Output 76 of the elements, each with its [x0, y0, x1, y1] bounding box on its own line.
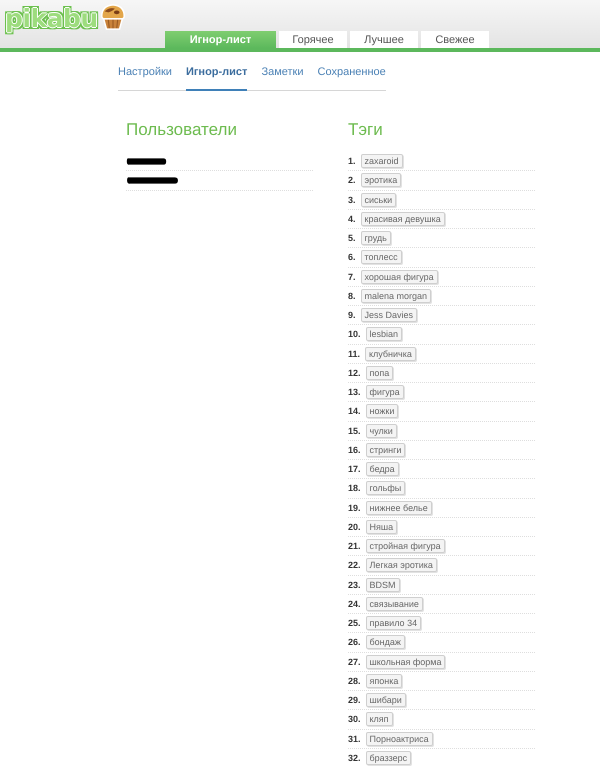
- tag-chip[interactable]: стринги: [366, 442, 406, 457]
- tag-number: 11.: [348, 348, 360, 359]
- tag-chip[interactable]: Порноактриса: [366, 732, 433, 746]
- redaction-mark: [126, 176, 179, 185]
- tag-chip[interactable]: браззерс: [366, 750, 412, 765]
- tag-number: 12.: [348, 368, 361, 378]
- tag-number: 30.: [348, 714, 361, 724]
- tag-chip[interactable]: гольфы: [366, 481, 406, 496]
- nav-tab[interactable]: Горячее: [279, 31, 347, 48]
- tag-number: 25.: [348, 618, 361, 628]
- tag-chip[interactable]: чулки: [366, 424, 397, 438]
- tag-number: 5.: [348, 233, 356, 244]
- tag-number: 31.: [348, 734, 361, 744]
- tag-chip[interactable]: ножки: [366, 404, 398, 418]
- tag-chip[interactable]: японка: [366, 674, 402, 688]
- tag-number: 18.: [348, 483, 361, 494]
- tag-chip[interactable]: бедра: [366, 462, 399, 476]
- nav-tab[interactable]: Лучшее: [350, 31, 418, 48]
- tag-chip[interactable]: Няша: [366, 520, 398, 534]
- tag-chip[interactable]: malena morgan: [360, 288, 432, 303]
- tag-number: 3.: [348, 194, 356, 205]
- tag-number: 13.: [348, 387, 361, 398]
- tag-chip[interactable]: бондаж: [366, 635, 405, 650]
- tag-number: 19.: [348, 502, 361, 513]
- tag-chip[interactable]: попа: [366, 366, 394, 380]
- tag-number: 9.: [348, 310, 356, 320]
- tag-number: 20.: [348, 522, 361, 532]
- users-heading: Пользователи: [126, 120, 238, 140]
- tag-number: 21.: [348, 541, 361, 552]
- tag-number: 22.: [348, 560, 361, 570]
- tag-number: 7.: [348, 272, 356, 282]
- tag-number: 15.: [348, 426, 361, 436]
- tags-heading: Тэги: [348, 120, 384, 140]
- muffin-icon: [98, 3, 127, 31]
- tag-chip[interactable]: lesbian: [366, 327, 402, 342]
- tag-number: 16.: [348, 444, 361, 455]
- tag-number: 6.: [348, 252, 356, 262]
- tag-chip[interactable]: Jess Davies: [360, 308, 418, 322]
- tag-chip[interactable]: Легкая эротика: [366, 558, 437, 572]
- tag-number: 32.: [348, 752, 361, 763]
- tag-number: 4.: [348, 214, 356, 224]
- tag-chip[interactable]: zaxaroid: [360, 154, 403, 168]
- nav-tab[interactable]: Свежее: [421, 31, 489, 48]
- tag-chip[interactable]: шибари: [366, 693, 406, 708]
- settings-tab[interactable]: Игнор-лист: [186, 65, 248, 91]
- settings-tab[interactable]: Сохраненное: [318, 65, 386, 91]
- tag-chip[interactable]: клубничка: [365, 346, 416, 361]
- tag-number: 2.: [348, 175, 356, 186]
- tag-chip[interactable]: топлесс: [360, 250, 402, 264]
- settings-tab[interactable]: Настройки: [118, 65, 172, 91]
- tag-number: 23.: [348, 580, 361, 590]
- tag-number: 28.: [348, 676, 361, 686]
- tag-chip[interactable]: хорошая фигура: [360, 270, 438, 284]
- redaction-mark: [126, 156, 167, 166]
- tag-number: 27.: [348, 656, 361, 667]
- tag-chip[interactable]: эротика: [360, 173, 402, 188]
- tag-chip[interactable]: грудь: [360, 231, 391, 246]
- tag-number: 26.: [348, 637, 361, 648]
- tag-number: 24.: [348, 598, 361, 609]
- tag-chip[interactable]: связывание: [366, 596, 423, 611]
- tag-number: 1.: [348, 156, 356, 166]
- tag-chip[interactable]: нижнее белье: [366, 500, 432, 515]
- tag-number: 10.: [348, 329, 361, 340]
- tag-chip[interactable]: стройная фигура: [366, 539, 445, 554]
- tag-number: 17.: [348, 464, 361, 474]
- tag-chip[interactable]: сиськи: [360, 192, 396, 207]
- tag-chip[interactable]: правило 34: [366, 616, 422, 630]
- tag-number: 8.: [348, 290, 356, 301]
- tag-chip[interactable]: BDSM: [366, 578, 400, 592]
- tag-chip[interactable]: фигура: [366, 385, 404, 400]
- tag-chip[interactable]: школьная форма: [366, 654, 446, 669]
- settings-tab[interactable]: Заметки: [261, 65, 304, 91]
- tag-number: 29.: [348, 695, 361, 706]
- tag-chip[interactable]: красивая девушка: [360, 212, 445, 226]
- tag-chip[interactable]: кляп: [366, 712, 393, 726]
- tag-number: 14.: [348, 406, 361, 416]
